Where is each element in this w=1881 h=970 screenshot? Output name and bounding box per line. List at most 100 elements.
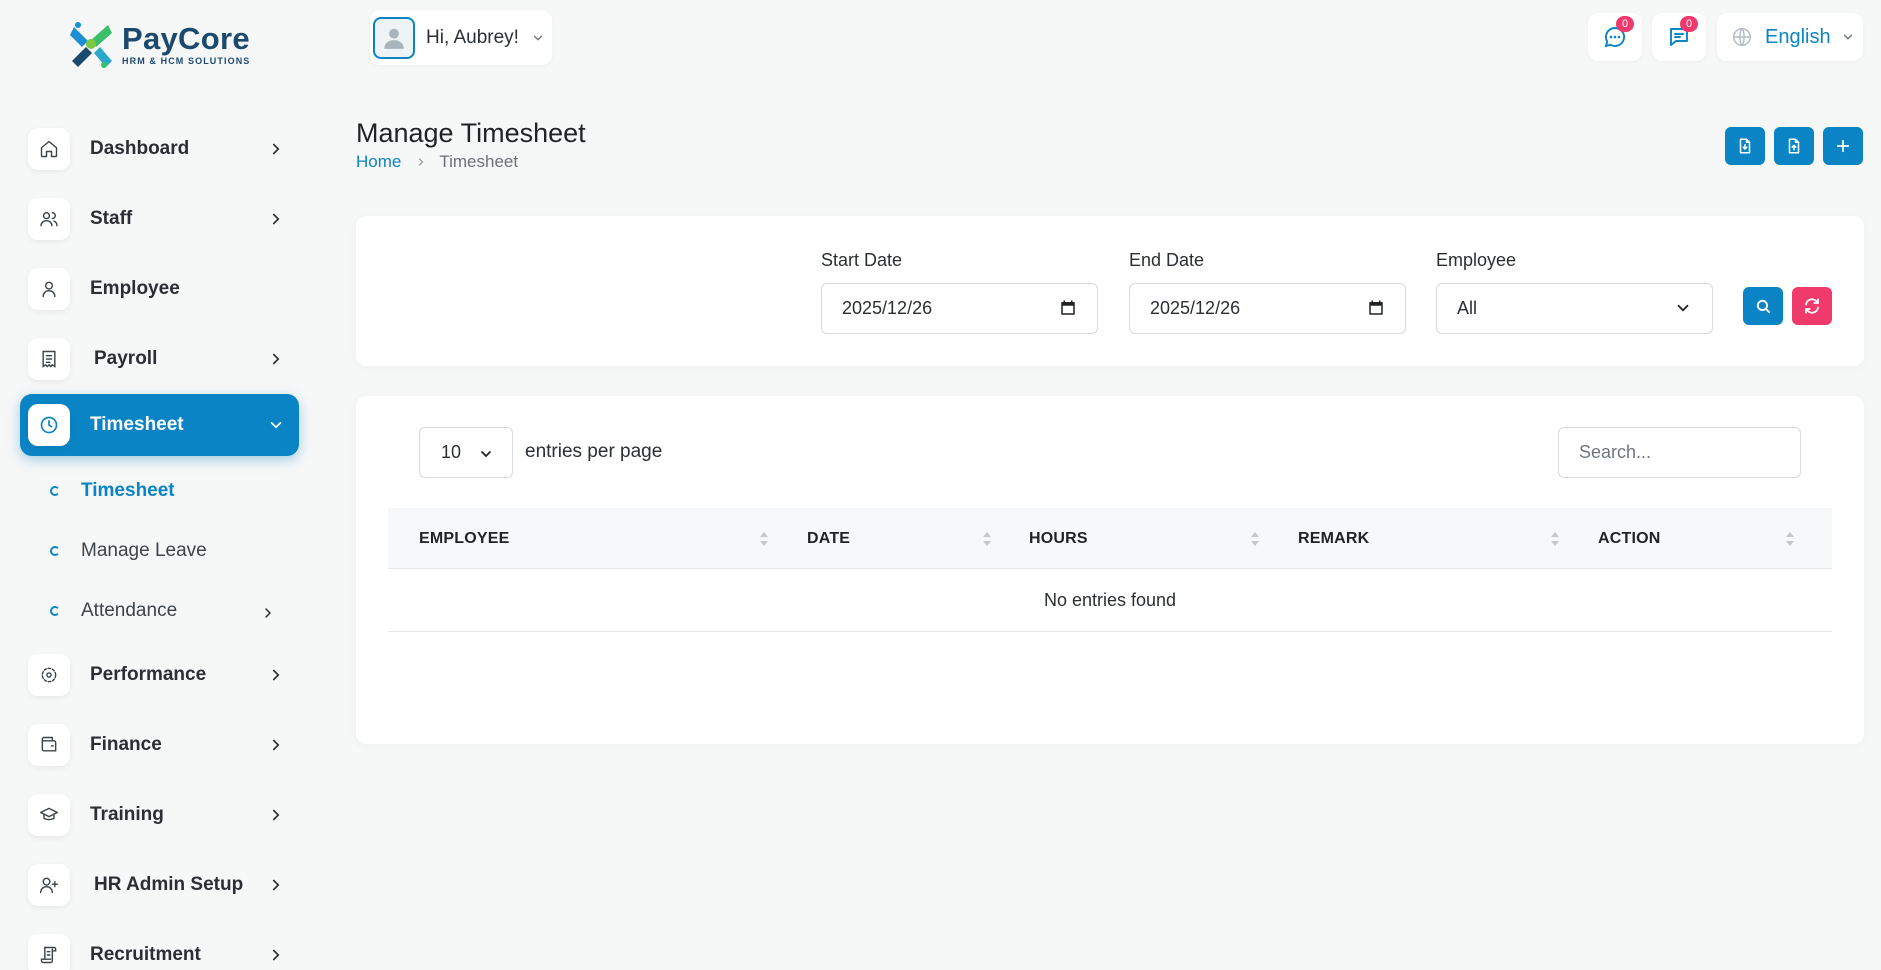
sidebar-item-recruitment[interactable]: Recruitment bbox=[20, 924, 299, 970]
employee-filter-label: Employee bbox=[1436, 250, 1517, 270]
messages-badge: 0 bbox=[1616, 16, 1634, 32]
chevron-down-icon bbox=[270, 421, 282, 429]
employee-select-value: All bbox=[1457, 298, 1478, 318]
bullet-icon bbox=[50, 486, 60, 496]
brand-name: PayCore bbox=[122, 20, 250, 56]
globe-icon bbox=[1733, 28, 1751, 46]
user-icon bbox=[42, 281, 56, 298]
start-date-input[interactable]: 2025/12/26 bbox=[821, 283, 1098, 334]
bullet-icon bbox=[50, 606, 60, 616]
column-header-employee[interactable]: EMPLOYEE bbox=[419, 508, 779, 569]
sort-icon[interactable] bbox=[1250, 530, 1260, 548]
sidebar-item-label: Payroll bbox=[94, 348, 158, 369]
sort-icon[interactable] bbox=[759, 530, 769, 548]
reset-filters-button[interactable] bbox=[1792, 287, 1832, 325]
graduation-cap-icon bbox=[39, 807, 59, 821]
sidebar-subitem-attendance[interactable]: Attendance bbox=[40, 591, 300, 631]
timesheet-table-card: 10 entries per page EMPLOYEE DATE HOURS … bbox=[356, 396, 1864, 744]
add-timesheet-button[interactable] bbox=[1823, 127, 1863, 165]
wallet-icon bbox=[41, 736, 57, 752]
table-search-input[interactable] bbox=[1558, 427, 1801, 478]
page-title: Manage Timesheet bbox=[356, 118, 586, 148]
sort-icon[interactable] bbox=[982, 530, 992, 548]
entries-per-page-value: 10 bbox=[441, 442, 462, 462]
sidebar-subitem-label: Timesheet bbox=[81, 480, 175, 501]
scroll-icon bbox=[40, 946, 57, 964]
brand-tagline: HRM & HCM SOLUTIONS bbox=[122, 55, 251, 66]
calendar-icon[interactable] bbox=[1367, 299, 1385, 317]
column-header-label: ACTION bbox=[1598, 529, 1661, 547]
search-button[interactable] bbox=[1743, 287, 1783, 325]
language-selector[interactable]: English bbox=[1717, 13, 1863, 61]
sidebar-item-training[interactable]: Training bbox=[20, 784, 299, 846]
brand-logo[interactable]: PayCore HRM & HCM SOLUTIONS bbox=[68, 18, 250, 70]
sidebar-item-label: Recruitment bbox=[90, 944, 201, 965]
notifications-button[interactable]: 0 bbox=[1652, 13, 1706, 61]
user-greeting: Hi, Aubrey! bbox=[426, 26, 519, 48]
sidebar-item-timesheet[interactable]: Timesheet bbox=[20, 394, 299, 456]
file-export-icon bbox=[1788, 138, 1800, 154]
sidebar-item-label: Finance bbox=[90, 734, 162, 755]
refresh-icon bbox=[1805, 298, 1819, 314]
user-avatar-icon bbox=[384, 28, 404, 49]
language-label: English bbox=[1765, 25, 1831, 48]
chevron-right-icon bbox=[272, 213, 280, 225]
sidebar-item-label: Timesheet bbox=[90, 414, 184, 435]
entries-per-page-label: entries per page bbox=[525, 441, 663, 462]
calendar-icon[interactable] bbox=[1059, 299, 1077, 317]
chevron-right-icon bbox=[272, 809, 280, 821]
employee-select[interactable]: All bbox=[1436, 283, 1713, 334]
column-header-date[interactable]: DATE bbox=[807, 508, 1007, 569]
sidebar-item-performance[interactable]: Performance bbox=[20, 644, 299, 706]
sidebar-item-dashboard[interactable]: Dashboard bbox=[20, 118, 299, 180]
empty-table-message: No entries found bbox=[1043, 589, 1177, 610]
user-plus-icon bbox=[39, 877, 59, 894]
search-icon bbox=[1756, 299, 1770, 313]
sidebar-item-employee[interactable]: Employee bbox=[20, 258, 299, 320]
empty-table-row: No entries found bbox=[388, 569, 1832, 632]
sidebar-item-label: Employee bbox=[90, 278, 180, 299]
column-header-action[interactable]: ACTION bbox=[1598, 508, 1798, 569]
column-header-label: REMARK bbox=[1298, 529, 1370, 547]
messages-button[interactable]: 0 bbox=[1588, 13, 1642, 61]
export-button[interactable] bbox=[1774, 127, 1814, 165]
notifications-badge: 0 bbox=[1680, 16, 1698, 32]
chevron-right-icon bbox=[272, 669, 280, 681]
users-icon bbox=[40, 212, 58, 227]
end-date-input[interactable]: 2025/12/26 bbox=[1129, 283, 1406, 334]
breadcrumb-home-link[interactable]: Home bbox=[356, 152, 401, 172]
column-header-hours[interactable]: HOURS bbox=[1029, 508, 1269, 569]
user-menu-button[interactable]: Hi, Aubrey! bbox=[370, 10, 552, 65]
sidebar-item-finance[interactable]: Finance bbox=[20, 714, 299, 776]
sidebar-subitem-label: Attendance bbox=[81, 600, 178, 621]
start-date-label: Start Date bbox=[821, 250, 903, 270]
sidebar-subitem-manage-leave[interactable]: Manage Leave bbox=[40, 531, 300, 571]
end-date-value: 2025/12/26 bbox=[1150, 298, 1241, 318]
sidebar-item-hr-admin-setup[interactable]: HR Admin Setup bbox=[20, 854, 299, 916]
filter-card: Start Date 2025/12/26 End Date 2025/12/2… bbox=[356, 216, 1864, 366]
breadcrumb: Home Timesheet bbox=[356, 152, 518, 172]
import-button[interactable] bbox=[1725, 127, 1765, 165]
avatar bbox=[373, 16, 415, 59]
receipt-icon bbox=[42, 350, 56, 368]
sort-icon[interactable] bbox=[1785, 530, 1795, 548]
chevron-right-icon bbox=[272, 353, 280, 365]
entries-per-page-select[interactable]: 10 bbox=[419, 427, 513, 478]
sidebar-item-label: HR Admin Setup bbox=[94, 874, 244, 895]
sidebar-item-payroll[interactable]: Payroll bbox=[20, 328, 299, 390]
paycore-logo-icon bbox=[70, 22, 112, 68]
chevron-right-icon bbox=[265, 608, 272, 618]
breadcrumb-current: Timesheet bbox=[439, 152, 519, 171]
sidebar: PayCore HRM & HCM SOLUTIONS Dashboard St… bbox=[0, 0, 320, 970]
chevron-down-icon bbox=[1843, 34, 1852, 40]
sidebar-item-staff[interactable]: Staff bbox=[20, 188, 299, 250]
column-header-label: EMPLOYEE bbox=[419, 529, 510, 547]
sidebar-subitem-timesheet[interactable]: Timesheet bbox=[40, 471, 300, 511]
column-header-remark[interactable]: REMARK bbox=[1298, 508, 1578, 569]
column-header-label: HOURS bbox=[1029, 529, 1088, 547]
plus-icon bbox=[1836, 139, 1850, 153]
chevron-right-icon bbox=[272, 143, 280, 155]
sort-icon[interactable] bbox=[1550, 530, 1560, 548]
chevron-right-icon bbox=[419, 158, 424, 166]
sidebar-item-label: Dashboard bbox=[90, 138, 190, 159]
